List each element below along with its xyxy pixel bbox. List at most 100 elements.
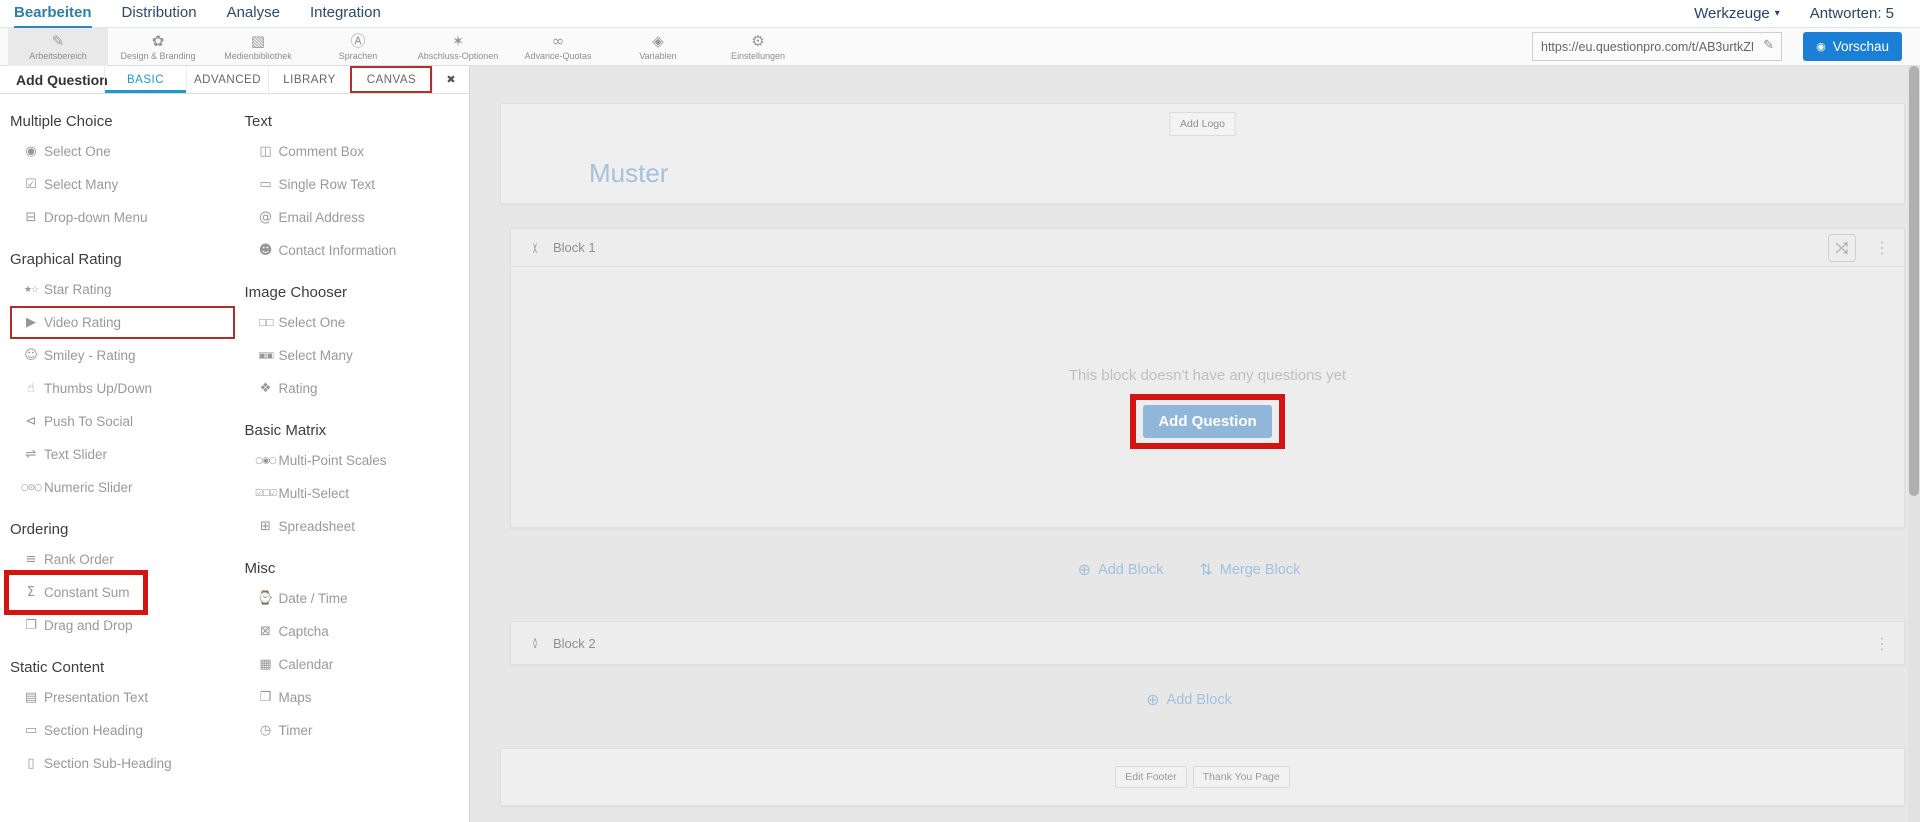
question-type-select-one[interactable]: ◉Select One bbox=[10, 135, 235, 168]
add-logo-button[interactable]: Add Logo bbox=[1169, 112, 1236, 136]
collapse-block-icon[interactable]: ∨ ∧ bbox=[527, 243, 543, 253]
thank-you-page-button[interactable]: Thank You Page bbox=[1193, 766, 1290, 788]
chevron-down-icon: ▾ bbox=[1775, 8, 1780, 19]
question-type-date-time[interactable]: ⌚Date / Time bbox=[245, 582, 470, 615]
settings-icon: ⚙ bbox=[751, 33, 764, 49]
survey-footer-card: Edit Footer Thank You Page bbox=[500, 748, 1905, 806]
palette-icon: ✿ bbox=[152, 33, 165, 49]
timer-icon: ◷ bbox=[253, 723, 279, 738]
merge-block-button[interactable]: ⇅ Merge Block bbox=[1199, 560, 1300, 579]
toolbar-item-medienbibliothek[interactable]: ▧Medienbibliothek bbox=[208, 28, 308, 66]
toolbar-item-advance-quotas[interactable]: ∞Advance-Quotas bbox=[508, 28, 608, 66]
question-type-video-rating[interactable]: ▶Video Rating bbox=[10, 306, 235, 339]
question-type-timer[interactable]: ◷Timer bbox=[245, 714, 470, 747]
toolbar-item-design-branding[interactable]: ✿Design & Branding bbox=[108, 28, 208, 66]
question-type-presentation-text[interactable]: ▤Presentation Text bbox=[10, 681, 235, 714]
question-type-label: Section Sub-Heading bbox=[44, 756, 172, 771]
question-type-label: Constant Sum bbox=[44, 585, 130, 600]
block-actions-row: ⊕ Add Block ⇅ Merge Block bbox=[470, 560, 1908, 579]
question-type-drop-down-menu[interactable]: ⊟Drop-down Menu bbox=[10, 201, 235, 234]
question-type-comment-box[interactable]: ◫Comment Box bbox=[245, 135, 470, 168]
survey-title[interactable]: Muster bbox=[589, 158, 668, 189]
add-block-button-2[interactable]: ⊕ Add Block bbox=[1146, 690, 1232, 709]
tab-basic[interactable]: BASIC bbox=[104, 66, 186, 93]
add-circle-icon: ⊕ bbox=[1078, 560, 1091, 579]
multi-point-scales-icon: ○◉○ bbox=[253, 456, 279, 466]
expand-block-icon[interactable]: ∧ ∨ bbox=[527, 638, 543, 648]
question-type-star-rating[interactable]: ★☆Star Rating bbox=[10, 273, 235, 306]
section-heading-basic-matrix: Basic Matrix bbox=[245, 422, 470, 439]
tools-menu[interactable]: Werkzeuge ▾ bbox=[1694, 5, 1780, 22]
question-type-select-one[interactable]: □□Select One bbox=[245, 306, 470, 339]
spreadsheet-icon: ⊞ bbox=[253, 519, 279, 534]
toolbar-item-einstellungen[interactable]: ⚙Einstellungen bbox=[708, 28, 808, 66]
edit-url-pencil-icon[interactable]: ✎ bbox=[1763, 38, 1774, 53]
date-time-icon: ⌚ bbox=[253, 591, 279, 606]
question-type-push-to-social[interactable]: ⊲Push To Social bbox=[10, 405, 235, 438]
question-type-label: Comment Box bbox=[279, 144, 365, 159]
question-type-calendar[interactable]: ▦Calendar bbox=[245, 648, 470, 681]
responses-count[interactable]: Antworten: 5 bbox=[1810, 5, 1894, 22]
block-menu-icon[interactable]: ⋮ bbox=[1874, 634, 1890, 653]
close-icon[interactable]: ✖ bbox=[432, 66, 469, 93]
section-heading-text: Text bbox=[245, 113, 470, 130]
block-1-card: ∨ ∧ Block 1 ⋮ This block doesn't have an… bbox=[510, 228, 1905, 528]
question-type-maps[interactable]: ❒Maps bbox=[245, 681, 470, 714]
toolbar-items: ✎Arbeitsbereich✿Design & Branding▧Medien… bbox=[8, 28, 808, 66]
toolbar-item-label: Medienbibliothek bbox=[224, 51, 292, 61]
question-type-text-slider[interactable]: ⇌Text Slider bbox=[10, 438, 235, 471]
nav-item-integration[interactable]: Integration bbox=[310, 0, 381, 28]
question-type-rank-order[interactable]: ≡Rank Order bbox=[10, 543, 235, 576]
scrollbar-thumb[interactable] bbox=[1909, 66, 1919, 496]
merge-block-label: Merge Block bbox=[1220, 562, 1301, 578]
question-type-section-heading[interactable]: ▭Section Heading bbox=[10, 714, 235, 747]
block-menu-icon[interactable]: ⋮ bbox=[1874, 238, 1890, 257]
question-type-constant-sum[interactable]: ΣConstant Sum bbox=[10, 576, 142, 609]
add-block-button[interactable]: ⊕ Add Block bbox=[1078, 560, 1164, 579]
variables-icon: ◈ bbox=[652, 33, 664, 49]
languages-icon: Ⓐ bbox=[350, 33, 365, 49]
tab-library[interactable]: LIBRARY bbox=[268, 66, 350, 93]
question-type-select-many[interactable]: ▣▣Select Many bbox=[245, 339, 470, 372]
toolbar-item-sprachen[interactable]: ⒶSprachen bbox=[308, 28, 408, 66]
question-type-drag-and-drop[interactable]: ❐Drag and Drop bbox=[10, 609, 235, 642]
nav-item-bearbeiten[interactable]: Bearbeiten bbox=[14, 0, 92, 28]
toolbar-item-variablen[interactable]: ◈Variablen bbox=[608, 28, 708, 66]
question-type-label: Date / Time bbox=[279, 591, 348, 606]
toolbar-item-abschluss-optionen[interactable]: ✶Abschluss-Optionen bbox=[408, 28, 508, 66]
nav-item-analyse[interactable]: Analyse bbox=[227, 0, 280, 28]
question-type-multi-point-scales[interactable]: ○◉○Multi-Point Scales bbox=[245, 444, 470, 477]
toolbar-item-arbeitsbereich[interactable]: ✎Arbeitsbereich bbox=[8, 28, 108, 66]
question-type-numeric-slider[interactable]: ○⊙○Numeric Slider bbox=[10, 471, 235, 504]
question-type-label: Spreadsheet bbox=[279, 519, 356, 534]
question-type-label: Email Address bbox=[279, 210, 365, 225]
captcha-icon: ⊠ bbox=[253, 624, 279, 639]
question-type-label: Star Rating bbox=[44, 282, 112, 297]
tab-advanced[interactable]: ADVANCED bbox=[186, 66, 268, 93]
survey-canvas: Add Logo Muster ∨ ∧ Block 1 ⋮ This block… bbox=[470, 66, 1920, 822]
tab-canvas[interactable]: CANVAS bbox=[350, 66, 432, 93]
panel-tabs-row: Add Question BASICADVANCEDLIBRARYCANVAS … bbox=[0, 66, 469, 94]
question-type-section-sub-heading[interactable]: ▯Section Sub-Heading bbox=[10, 747, 235, 780]
question-type-thumbs-up-down[interactable]: ☝Thumbs Up/Down bbox=[10, 372, 235, 405]
survey-url-input[interactable] bbox=[1532, 32, 1782, 61]
question-type-spreadsheet[interactable]: ⊞Spreadsheet bbox=[245, 510, 470, 543]
question-type-contact-information[interactable]: ☻Contact Information bbox=[245, 234, 470, 267]
question-type-label: Drag and Drop bbox=[44, 618, 133, 633]
add-question-button[interactable]: Add Question bbox=[1143, 405, 1271, 438]
shuffle-icon bbox=[1834, 240, 1850, 256]
question-type-label: Timer bbox=[279, 723, 313, 738]
question-type-select-many[interactable]: ☑Select Many bbox=[10, 168, 235, 201]
question-type-multi-select[interactable]: ☑☐☑Multi-Select bbox=[245, 477, 470, 510]
question-type-single-row-text[interactable]: ▭Single Row Text bbox=[245, 168, 470, 201]
shuffle-questions-button[interactable] bbox=[1828, 234, 1856, 262]
edit-footer-button[interactable]: Edit Footer bbox=[1115, 766, 1186, 788]
preview-button[interactable]: ◉ Vorschau bbox=[1803, 32, 1902, 61]
nav-item-distribution[interactable]: Distribution bbox=[122, 0, 197, 28]
question-type-smiley-rating[interactable]: ☺Smiley - Rating bbox=[10, 339, 235, 372]
question-type-email-address[interactable]: @Email Address bbox=[245, 201, 470, 234]
block-1-label: Block 1 bbox=[553, 240, 596, 255]
question-type-rating[interactable]: ❖Rating bbox=[245, 372, 470, 405]
question-type-captcha[interactable]: ⊠Captcha bbox=[245, 615, 470, 648]
question-type-label: Video Rating bbox=[44, 315, 121, 330]
